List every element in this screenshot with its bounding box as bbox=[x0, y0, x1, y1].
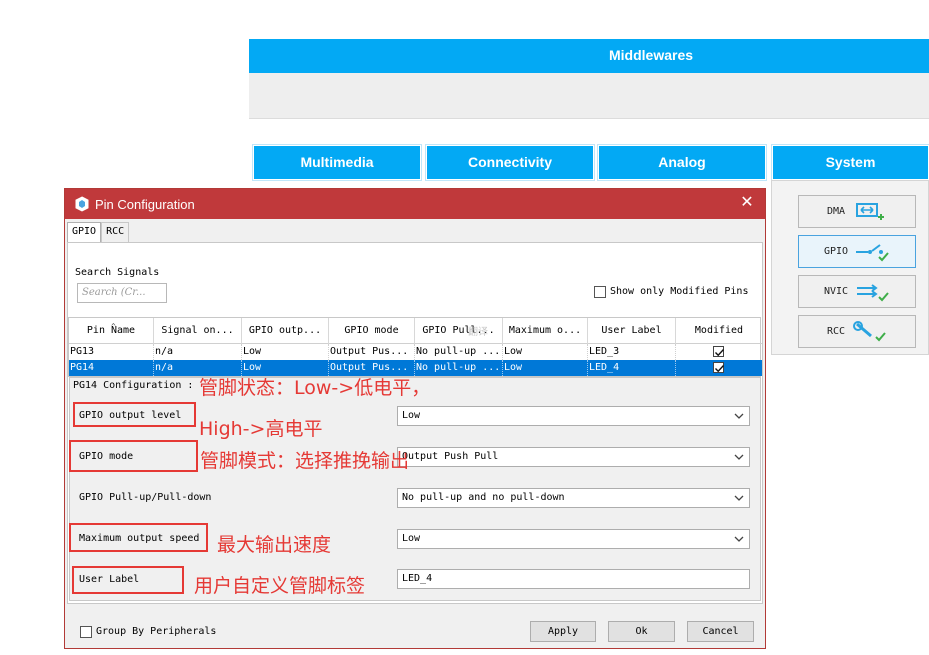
cell-max-speed: Low bbox=[503, 344, 588, 360]
checkmark-icon bbox=[715, 349, 725, 357]
cancel-button[interactable]: Cancel bbox=[687, 621, 754, 642]
show-modified-label: Show only Modified Pins bbox=[610, 286, 749, 297]
sort-ascending-icon: ^ bbox=[111, 322, 116, 331]
close-icon[interactable]: ✕ bbox=[737, 193, 757, 213]
column-header-gpio-output[interactable]: GPIO outp... bbox=[242, 318, 329, 344]
group-by-peripherals-label: Group By Peripherals bbox=[96, 626, 217, 637]
annotation-output-level-line1: 管脚状态：Low->低电平， bbox=[199, 377, 431, 399]
dma-icon bbox=[856, 202, 885, 220]
search-signals-label: Search Signals bbox=[75, 267, 160, 278]
column-header-user-label[interactable]: User Label bbox=[588, 318, 676, 344]
system-item-label: DMA bbox=[826, 206, 846, 217]
system-panel: DMA GPIO NVIC RCC bbox=[771, 180, 929, 355]
cell-user-label: LED_3 bbox=[588, 344, 676, 360]
annotation-max-speed: 最大输出速度 bbox=[217, 534, 332, 556]
annotation-output-level-line2: High->高电平 bbox=[199, 418, 323, 440]
tab-rcc[interactable]: RCC bbox=[101, 222, 130, 242]
checkmark-icon bbox=[715, 365, 725, 373]
column-header-max-speed[interactable]: Maximum o... bbox=[503, 318, 588, 344]
show-modified-checkbox[interactable] bbox=[594, 286, 606, 298]
category-connectivity[interactable]: Connectivity bbox=[426, 145, 594, 180]
gpio-icon bbox=[856, 243, 889, 261]
search-input[interactable]: Search (Cr... bbox=[77, 283, 167, 303]
chevron-down-icon bbox=[734, 413, 744, 419]
ok-button[interactable]: Ok bbox=[608, 621, 675, 642]
category-analog[interactable]: Analog bbox=[598, 145, 766, 180]
cell-gpio-mode: Output Pus... bbox=[329, 344, 415, 360]
column-header-modified[interactable]: Modified bbox=[676, 318, 762, 344]
dialog-title: Pin Configuration bbox=[95, 196, 195, 212]
table-header: ^ Pin Name Signal on... GPIO outp... GPI… bbox=[69, 318, 762, 344]
annotation-box-max-speed bbox=[69, 523, 208, 552]
cell-pin-name: PG13 bbox=[69, 344, 154, 360]
config-group-title: PG14 Configuration : bbox=[73, 380, 194, 391]
cell-max-speed: Low bbox=[503, 360, 588, 376]
cube-app-icon bbox=[75, 196, 89, 212]
gpio-output-level-select[interactable]: Low bbox=[397, 406, 750, 426]
rcc-icon bbox=[853, 320, 886, 341]
annotation-gpio-mode: 管脚模式：选择推挽输出 bbox=[200, 450, 410, 472]
cell-gpio-output: Low bbox=[242, 344, 329, 360]
dialog-titlebar[interactable]: Pin Configuration ✕ bbox=[65, 189, 765, 219]
cell-pin-name: PG14 bbox=[69, 360, 154, 376]
pin-table: ^ Pin Name Signal on... GPIO outp... GPI… bbox=[68, 317, 762, 377]
cell-user-label: LED_4 bbox=[588, 360, 676, 376]
cell-gpio-pull: No pull-up ... bbox=[415, 344, 503, 360]
middlewares-panel bbox=[249, 73, 929, 119]
category-multimedia[interactable]: Multimedia bbox=[253, 145, 421, 180]
modified-checkbox[interactable] bbox=[713, 362, 725, 373]
cell-signal: n/a bbox=[154, 344, 242, 360]
chevron-down-icon bbox=[734, 454, 744, 460]
system-item-dma[interactable]: DMA bbox=[798, 195, 916, 228]
modified-checkbox[interactable] bbox=[713, 346, 725, 357]
chevron-down-icon bbox=[734, 536, 744, 542]
annotation-box-gpio-mode bbox=[69, 440, 198, 472]
category-system[interactable]: System bbox=[772, 145, 929, 180]
middlewares-header[interactable]: Middlewares bbox=[249, 39, 929, 73]
system-item-label: RCC bbox=[826, 326, 846, 337]
user-label-input[interactable]: LED_4 bbox=[397, 569, 750, 589]
system-item-nvic[interactable]: NVIC bbox=[798, 275, 916, 308]
tab-bar: GPIO RCC bbox=[67, 222, 130, 243]
gpio-pull-label: GPIO Pull-up/Pull-down bbox=[79, 492, 212, 503]
column-header-signal[interactable]: Signal on... bbox=[154, 318, 242, 344]
system-item-label: GPIO bbox=[823, 246, 849, 257]
apply-button[interactable]: Apply bbox=[530, 621, 596, 642]
annotation-user-label: 用户自定义管脚标签 bbox=[194, 575, 366, 597]
group-by-peripherals-checkbox[interactable] bbox=[80, 626, 92, 638]
annotation-box-user-label bbox=[72, 566, 184, 594]
table-row[interactable]: PG13 n/a Low Output Pus... No pull-up ..… bbox=[69, 344, 762, 360]
tab-gpio[interactable]: GPIO bbox=[67, 222, 102, 243]
gpio-mode-select[interactable]: Output Push Pull bbox=[397, 447, 750, 467]
column-header-gpio-mode[interactable]: GPIO mode bbox=[329, 318, 415, 344]
system-item-label: NVIC bbox=[823, 286, 849, 297]
chevron-down-icon bbox=[734, 495, 744, 501]
column-header-pin-name[interactable]: ^ Pin Name bbox=[69, 318, 154, 344]
translate-watermark: 翻译 bbox=[468, 327, 488, 338]
nvic-icon bbox=[857, 283, 889, 301]
max-output-speed-select[interactable]: Low bbox=[397, 529, 750, 549]
system-item-gpio[interactable]: GPIO bbox=[798, 235, 916, 268]
gpio-pull-select[interactable]: No pull-up and no pull-down bbox=[397, 488, 750, 508]
system-item-rcc[interactable]: RCC bbox=[798, 315, 916, 348]
annotation-box-output-level bbox=[73, 402, 196, 427]
